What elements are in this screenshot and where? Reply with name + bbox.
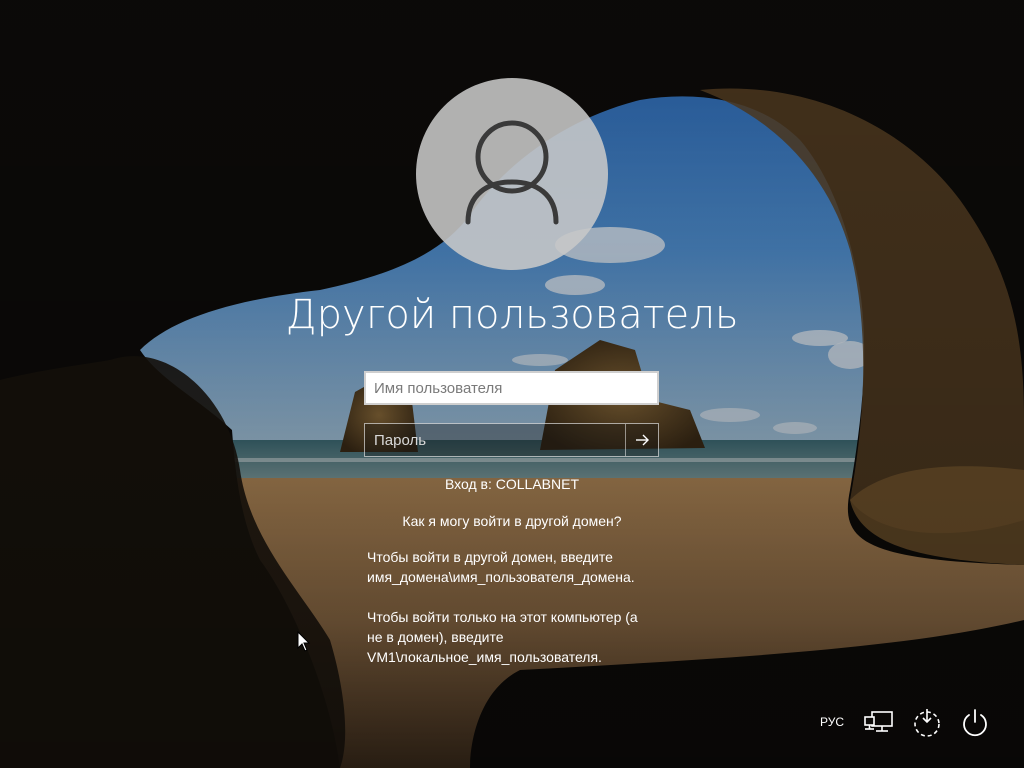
help-line: VM1\локальное_имя_пользователя.: [367, 649, 602, 665]
password-input[interactable]: [365, 424, 627, 456]
power-icon: [963, 709, 987, 737]
help-text-local-account: Чтобы войти только на этот компьютер (а …: [367, 607, 667, 667]
password-field-container: [364, 423, 659, 457]
power-button[interactable]: [958, 706, 992, 740]
input-language-indicator[interactable]: РУС: [820, 715, 844, 729]
mouse-pointer-icon: [297, 631, 311, 652]
user-avatar: [416, 78, 608, 270]
network-icon: [864, 711, 893, 732]
arrow-right-icon: [636, 434, 649, 446]
lock-screen: Другой пользователь Вход в: COLLABNET Ка…: [0, 0, 1024, 768]
help-text-other-domain: Чтобы войти в другой домен, введите имя_…: [367, 547, 667, 587]
ease-of-access-icon: [914, 709, 940, 737]
username-input[interactable]: [364, 371, 659, 405]
user-name-title: Другой пользователь: [285, 292, 739, 338]
signin-domain-label: Вход в: COLLABNET: [444, 476, 580, 492]
help-line: не в домен), введите: [367, 629, 504, 645]
submit-arrow-button[interactable]: [625, 424, 658, 456]
help-line: Чтобы войти в другой домен, введите: [367, 549, 613, 565]
ease-of-access-button[interactable]: [910, 706, 944, 740]
help-line: имя_домена\имя_пользователя_домена.: [367, 569, 635, 585]
other-domain-help-link[interactable]: Как я могу войти в другой домен?: [362, 513, 662, 529]
network-button[interactable]: [862, 706, 896, 740]
user-silhouette-icon: [465, 120, 559, 225]
help-line: Чтобы войти только на этот компьютер (а: [367, 609, 638, 625]
